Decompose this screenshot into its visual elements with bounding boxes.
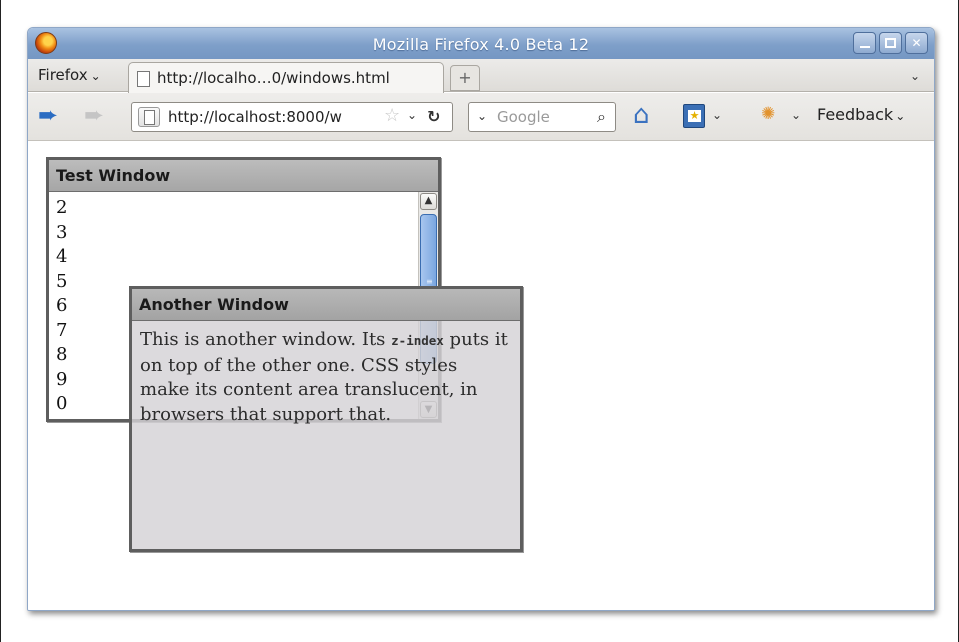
list-item: 0 [56,393,68,414]
close-button[interactable]: ✕ [905,32,928,54]
another-window-title[interactable]: Another Window [132,289,520,321]
list-item: 6 [56,295,68,316]
feedback-label: Feedback [817,105,894,124]
binoculars-icon[interactable]: ⌕ [597,107,606,127]
site-identity-icon[interactable] [138,107,160,127]
search-input[interactable]: Google [497,108,550,126]
feedback-dropdown-icon[interactable]: ⌄ [791,108,801,122]
list-item: 4 [56,246,68,267]
list-item: 5 [56,270,68,292]
chevron-down-icon: ⌄ [895,109,906,123]
url-bar[interactable]: http://localhost:8000/w ☆ ⌄ ↻ [131,102,453,132]
test-window-title[interactable]: Test Window [49,160,438,192]
tab-bar: Firefox ⌄ http://localho…0/windows.html +… [28,59,934,93]
home-icon[interactable]: ⌂ [633,100,650,130]
grip-icon: ≡ [426,277,433,286]
new-tab-button[interactable]: + [450,65,480,91]
maximize-icon [885,38,896,48]
page-icon [137,71,150,87]
feedback-button[interactable]: Feedback ⌄ [817,105,905,124]
forward-button[interactable]: ➨ [84,103,114,129]
bookmarks-dropdown-icon[interactable]: ⌄ [712,108,722,122]
tab-windows-html[interactable]: http://localho…0/windows.html [128,62,444,93]
another-window-content: This is another window. Its z-index puts… [132,321,520,434]
tab-label: http://localho…0/windows.html [157,69,390,87]
reload-icon[interactable]: ↻ [427,107,440,126]
navigation-toolbar: ➨ ➨ http://localhost:8000/w ☆ ⌄ ↻ ⌄ Goog… [28,93,934,141]
bookmarks-icon[interactable] [683,104,705,128]
title-bar[interactable]: Mozilla Firefox 4.0 Beta 12 ✕ [28,28,934,59]
list-item: 3 [56,221,68,243]
list-item: 7 [56,319,68,341]
back-arrow-icon: ➨ [38,101,59,129]
list-item: 9 [56,368,68,390]
page-content: Test Window 234567890 ▲ ≡ ▼ Another Wind… [28,142,934,610]
firefox-menu-button[interactable]: Firefox ⌄ [38,66,101,84]
feedback-icon[interactable]: ✺ [761,104,775,124]
forward-arrow-icon: ➨ [84,101,105,129]
list-item: 2 [56,197,68,218]
minimize-icon [859,45,870,48]
window-title: Mozilla Firefox 4.0 Beta 12 [372,35,590,54]
star-icon[interactable]: ☆ [384,105,400,126]
chevron-down-icon: ⌄ [90,69,101,83]
firefox-menu-label: Firefox [38,66,88,84]
list-all-tabs-button[interactable]: ⌄ [910,69,920,83]
maximize-button[interactable] [879,32,902,54]
search-engine-dropdown-icon[interactable]: ⌄ [477,109,487,123]
close-icon: ✕ [911,36,922,50]
url-input[interactable]: http://localhost:8000/w [168,108,382,126]
search-bar[interactable]: ⌄ Google ⌕ [468,102,616,132]
test-window-lines: 2 3 4 5 6 7 8 9 0 [56,196,67,417]
another-window[interactable]: Another Window This is another window. I… [129,286,523,552]
window-controls: ✕ [853,32,928,54]
body-text-start: This is another window. Its [140,329,392,350]
scroll-up-icon[interactable]: ▲ [420,193,437,210]
list-item: 8 [56,344,68,365]
history-dropdown-icon[interactable]: ⌄ [407,108,417,122]
firefox-window: Mozilla Firefox 4.0 Beta 12 ✕ Firefox ⌄ h… [27,27,935,611]
back-button[interactable]: ➨ [38,103,72,129]
code-z-index: z-index [391,333,444,348]
minimize-button[interactable] [853,32,876,54]
